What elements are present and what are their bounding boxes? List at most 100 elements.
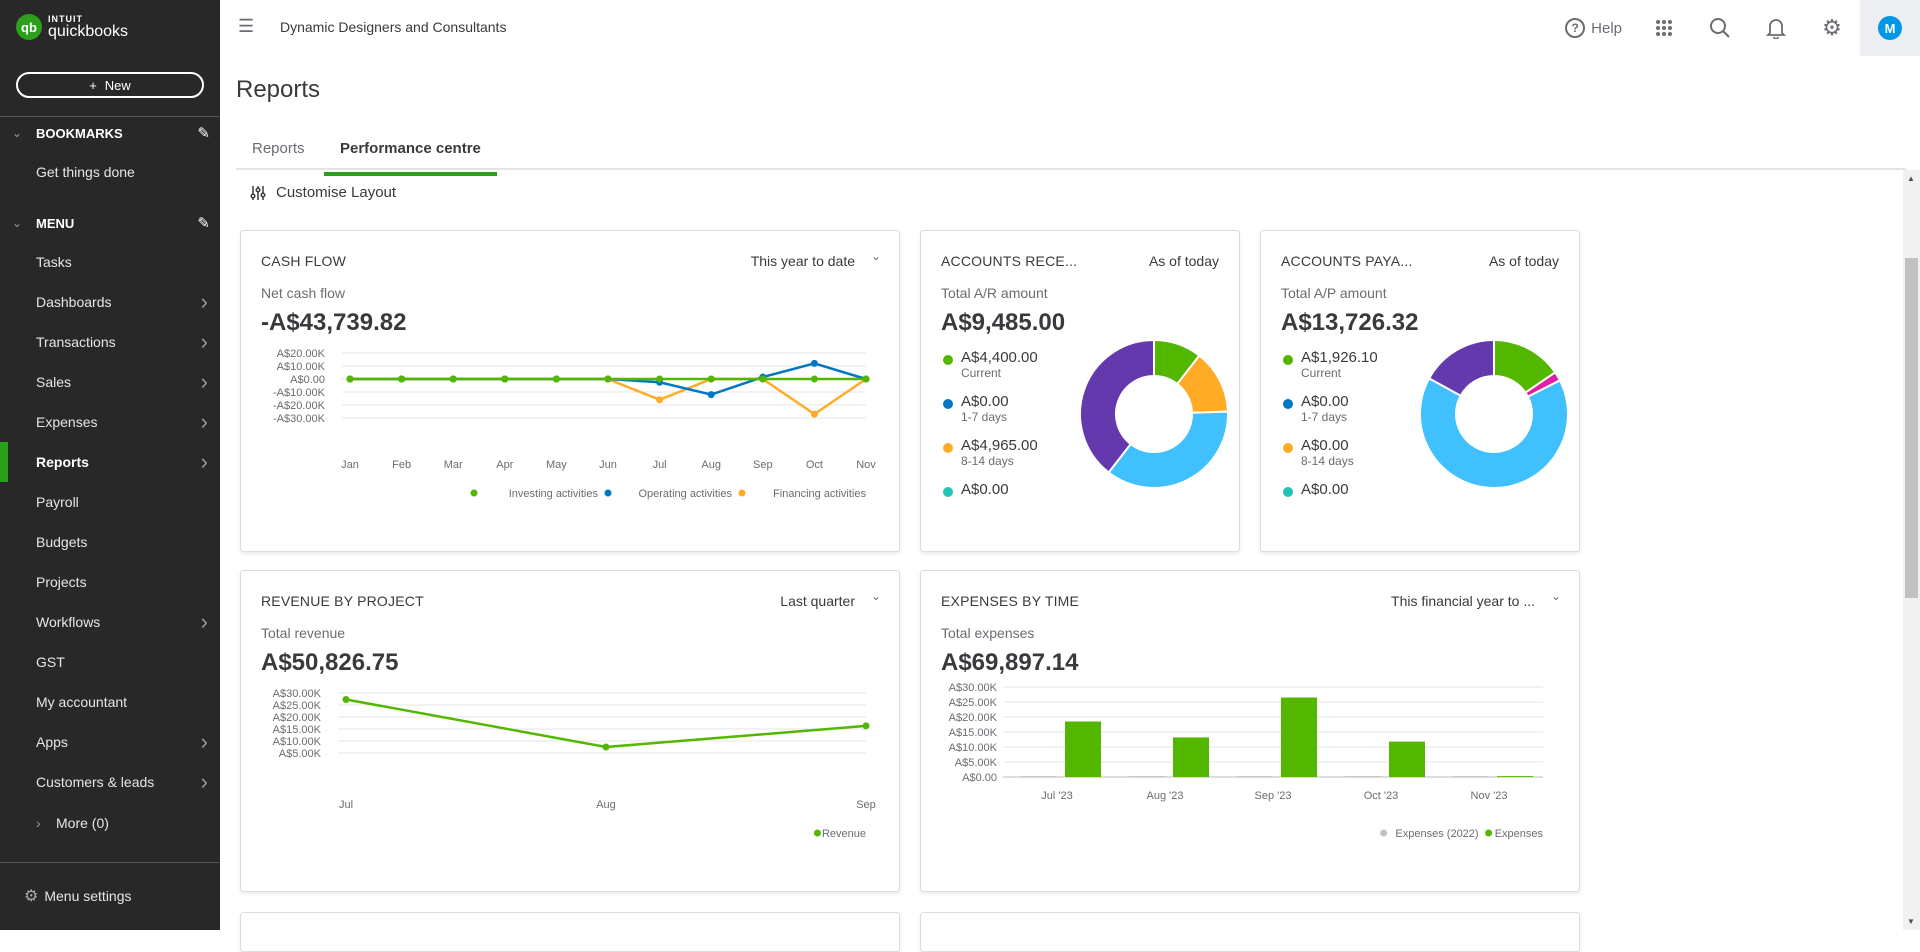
scrollbar-thumb[interactable] xyxy=(1905,258,1918,598)
edit-bookmarks-pencil-icon[interactable]: ✎ xyxy=(197,124,210,142)
data-point[interactable] xyxy=(707,375,715,383)
period-dropdown[interactable]: Last quarter xyxy=(780,593,855,609)
data-point[interactable] xyxy=(810,359,818,367)
data-point[interactable] xyxy=(342,695,350,703)
data-point[interactable] xyxy=(449,375,457,383)
menu-section-header[interactable]: ⌄ MENU ✎ xyxy=(0,208,220,238)
legend-item[interactable]: A$0.00 1-7 days xyxy=(1281,393,1378,437)
revenue-by-project-card[interactable]: REVENUE BY PROJECT Last quarter ⌄ Total … xyxy=(240,570,900,892)
sidebar-item-get-things-done[interactable]: Get things done xyxy=(0,152,220,192)
collapse-menu-icon[interactable]: ☰ xyxy=(238,16,254,37)
legend-label: 8-14 days xyxy=(961,454,1014,468)
data-point[interactable] xyxy=(707,391,715,399)
legend-item[interactable]: A$1,926.10 Current xyxy=(1281,349,1378,393)
bar-expenses[interactable] xyxy=(1281,697,1317,778)
legend-item[interactable]: A$0.00 8-14 days xyxy=(1281,437,1378,481)
x-tick-label: Sep xyxy=(753,459,773,471)
chevron-down-icon[interactable]: ⌄ xyxy=(871,249,881,263)
chevron-down-icon[interactable]: ⌄ xyxy=(1551,589,1561,603)
accounts-receivable-card[interactable]: ACCOUNTS RECE... As of today Total A/R a… xyxy=(920,230,1240,552)
bar-expenses[interactable] xyxy=(1497,776,1533,777)
x-tick-label: Aug '23 xyxy=(1147,790,1184,802)
data-point[interactable] xyxy=(656,375,664,383)
legend-item[interactable]: A$4,965.00 8-14 days xyxy=(941,437,1038,481)
sidebar-item-my-accountant[interactable]: My accountant xyxy=(0,682,220,722)
menu-settings-button[interactable]: ⚙ Menu settings xyxy=(24,886,132,906)
apps-grid-button[interactable] xyxy=(1636,0,1692,56)
sidebar-item-reports[interactable]: Reports › xyxy=(0,442,220,482)
tab-performance-centre[interactable]: Performance centre xyxy=(324,140,497,176)
data-point[interactable] xyxy=(810,410,818,418)
accounts-payable-card[interactable]: ACCOUNTS PAYA... As of today Total A/P a… xyxy=(1260,230,1580,552)
edit-menu-pencil-icon[interactable]: ✎ xyxy=(197,214,210,232)
company-name: Dynamic Designers and Consultants xyxy=(280,19,507,35)
sidebar-item-workflows[interactable]: Workflows › xyxy=(0,602,220,642)
new-button[interactable]: + New xyxy=(16,72,204,98)
sidebar-item-transactions[interactable]: Transactions › xyxy=(0,322,220,362)
sidebar-item-sales[interactable]: Sales › xyxy=(0,362,220,402)
sidebar-item-expenses[interactable]: Expenses › xyxy=(0,402,220,442)
legend-amount: A$0.00 xyxy=(961,481,1009,498)
bookmarks-section-header[interactable]: ⌄ BOOKMARKS ✎ xyxy=(0,118,220,148)
sidebar-item-tasks[interactable]: Tasks xyxy=(0,242,220,282)
bar-expenses[interactable] xyxy=(1173,737,1209,777)
page-scrollbar[interactable]: ▲ ▼ xyxy=(1903,170,1920,930)
bar-expenses-2022-[interactable] xyxy=(1237,776,1273,777)
data-point[interactable] xyxy=(656,396,664,404)
period-dropdown[interactable]: This financial year to ... xyxy=(1391,593,1535,609)
data-point[interactable] xyxy=(759,375,767,383)
sidebar-item-customers-leads[interactable]: Customers & leads › xyxy=(0,762,220,802)
notifications-button[interactable] xyxy=(1748,0,1804,56)
data-point[interactable] xyxy=(810,375,818,383)
sidebar-item-dashboards[interactable]: Dashboards › xyxy=(0,282,220,322)
legend-item[interactable]: A$4,400.00 Current xyxy=(941,349,1038,393)
data-point[interactable] xyxy=(552,375,560,383)
legend-item[interactable]: A$0.00 1-7 days xyxy=(941,393,1038,437)
period-dropdown[interactable]: This year to date xyxy=(751,253,855,269)
chevron-down-icon[interactable]: ⌄ xyxy=(871,589,881,603)
legend-label: 1-7 days xyxy=(1301,410,1348,424)
cash-flow-card[interactable]: CASH FLOW This year to date ⌄ Net cash f… xyxy=(240,230,900,552)
data-point[interactable] xyxy=(604,375,612,383)
data-point[interactable] xyxy=(501,375,509,383)
bar-expenses[interactable] xyxy=(1065,721,1101,778)
sidebar-item-budgets[interactable]: Budgets xyxy=(0,522,220,562)
data-point[interactable] xyxy=(862,722,870,730)
new-button-label: New xyxy=(104,77,131,93)
settings-button[interactable]: ⚙ xyxy=(1804,0,1860,56)
help-button[interactable]: ? Help xyxy=(1551,0,1636,56)
bar-expenses-2022-[interactable] xyxy=(1453,776,1489,777)
sidebar-item-gst[interactable]: GST xyxy=(0,642,220,682)
legend-dot-icon xyxy=(943,399,953,409)
sidebar-item-apps[interactable]: Apps › xyxy=(0,722,220,762)
data-point[interactable] xyxy=(398,375,406,383)
x-tick-label: Sep '23 xyxy=(1255,790,1292,802)
scroll-down-arrow-icon[interactable]: ▼ xyxy=(1907,917,1915,926)
sidebar-item-label: More (0) xyxy=(56,815,109,831)
legend-dot-icon xyxy=(943,487,953,497)
data-point[interactable] xyxy=(346,375,354,383)
legend-item[interactable]: A$0.00 xyxy=(941,481,1038,525)
sidebar-item-payroll[interactable]: Payroll xyxy=(0,482,220,522)
legend-item[interactable]: A$0.00 xyxy=(1281,481,1378,525)
search-button[interactable] xyxy=(1692,0,1748,56)
tab-reports[interactable]: Reports xyxy=(252,140,305,172)
card-total: A$9,485.00 xyxy=(941,309,1066,336)
y-tick-label: A$15.00K xyxy=(273,724,322,736)
sidebar-item-projects[interactable]: Projects xyxy=(0,562,220,602)
donut-slice[interactable] xyxy=(1419,376,1569,489)
quickbooks-logo[interactable]: qb INTUIT quickbooks xyxy=(16,14,128,40)
y-tick-label: A$10.00K xyxy=(277,361,326,373)
customise-layout-button[interactable]: Customise Layout xyxy=(250,184,396,201)
legend-label: Investing activities xyxy=(509,488,599,500)
profile-button[interactable]: M xyxy=(1860,0,1920,56)
expenses-by-time-card[interactable]: EXPENSES BY TIME This financial year to … xyxy=(920,570,1580,892)
bar-expenses-2022-[interactable] xyxy=(1129,776,1165,777)
sidebar-item-more[interactable]: › More (0) xyxy=(0,803,220,843)
scroll-up-arrow-icon[interactable]: ▲ xyxy=(1907,174,1915,183)
bar-expenses-2022-[interactable] xyxy=(1345,776,1381,777)
bar-expenses[interactable] xyxy=(1389,741,1425,777)
bar-expenses-2022-[interactable] xyxy=(1021,776,1057,777)
data-point[interactable] xyxy=(862,375,870,383)
data-point[interactable] xyxy=(602,743,610,751)
